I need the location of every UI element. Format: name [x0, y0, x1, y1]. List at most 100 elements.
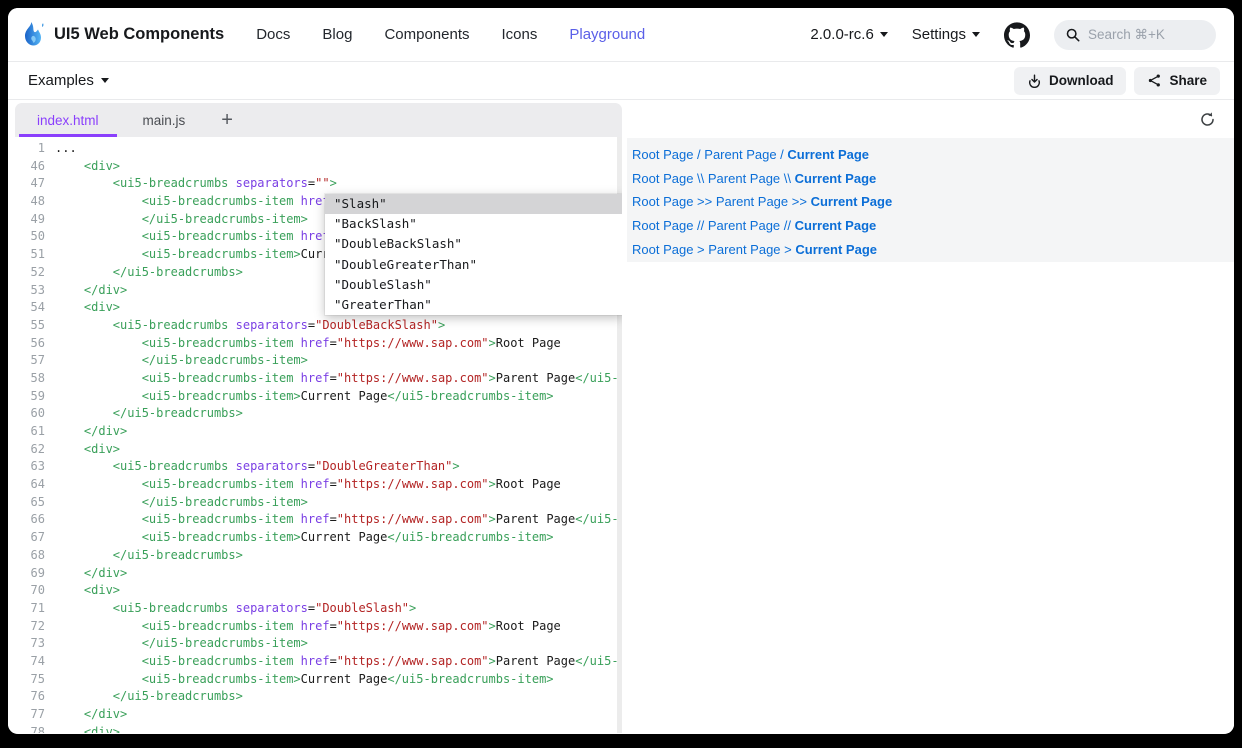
autocomplete-option[interactable]: "GreaterThan" — [325, 295, 622, 315]
line-number: 74 — [15, 653, 45, 671]
breadcrumb-link[interactable]: Root Page — [632, 194, 693, 209]
nav-link-docs[interactable]: Docs — [256, 26, 290, 43]
breadcrumb-current: Current Page — [787, 147, 869, 162]
examples-toolbar: Examples Download Shar — [8, 62, 1234, 100]
code-editor[interactable]: 1...46 <div>47 <ui5-breadcrumbs separato… — [15, 137, 622, 733]
autocomplete-option[interactable]: "BackSlash" — [325, 214, 622, 234]
code-line: 59 <ui5-breadcrumbs-item>Current Page</u… — [15, 388, 622, 406]
autocomplete-option[interactable]: "Slash" — [325, 194, 622, 214]
search-icon — [1066, 28, 1080, 42]
breadcrumb-link[interactable]: Parent Page — [704, 147, 776, 162]
code-line: 57 </ui5-breadcrumbs-item> — [15, 352, 622, 370]
code-editor-panel: index.htmlmain.js+ 1...46 <div>47 <ui5-b… — [15, 100, 622, 733]
preview-topbar — [627, 100, 1234, 138]
code-line: 71 <ui5-breadcrumbs separators="DoubleSl… — [15, 600, 622, 618]
breadcrumb-link[interactable]: Parent Page — [708, 218, 780, 233]
breadcrumb-separator: \\ — [693, 171, 707, 186]
search-input[interactable]: Search ⌘+K — [1054, 20, 1216, 50]
code-text: ... — [55, 140, 77, 158]
code-line: 69 </div> — [15, 565, 622, 583]
version-label: 2.0.0-rc.6 — [810, 26, 873, 43]
breadcrumb-separator: \\ — [780, 171, 794, 186]
line-number: 52 — [15, 264, 45, 282]
line-number: 56 — [15, 335, 45, 353]
code-text: <ui5-breadcrumbs separators=""> — [55, 175, 337, 193]
code-line: 46 <div> — [15, 158, 622, 176]
add-tab-button[interactable]: + — [207, 103, 247, 137]
chevron-down-icon — [101, 78, 109, 83]
breadcrumb-link[interactable]: Parent Page — [708, 171, 780, 186]
download-label: Download — [1049, 73, 1114, 88]
line-number: 78 — [15, 724, 45, 733]
breadcrumb: Root Page >> Parent Page >> Current Page — [632, 190, 1234, 214]
chevron-down-icon — [972, 32, 980, 37]
code-text: </ui5-breadcrumbs> — [55, 547, 243, 565]
line-number: 54 — [15, 299, 45, 317]
code-text: <ui5-breadcrumbs-item href="https://www.… — [55, 476, 561, 494]
code-text: <ui5-breadcrumbs-item href="https://www.… — [55, 511, 622, 529]
code-line: 62 <div> — [15, 441, 622, 459]
line-number: 60 — [15, 405, 45, 423]
header-right-group: 2.0.0-rc.6 Settings Search ⌘+K — [810, 20, 1216, 50]
nav-link-blog[interactable]: Blog — [322, 26, 352, 43]
code-text: <ui5-breadcrumbs-item>Current Page</ui5-… — [55, 671, 554, 689]
breadcrumb-current: Current Page — [795, 242, 877, 257]
search-placeholder: Search ⌘+K — [1088, 27, 1165, 43]
line-number: 53 — [15, 282, 45, 300]
code-text: <ui5-breadcrumbs separators="DoubleSlash… — [55, 600, 416, 618]
share-icon — [1147, 73, 1162, 88]
examples-dropdown[interactable]: Examples — [28, 72, 109, 89]
code-text: <div> — [55, 724, 120, 733]
breadcrumb-link[interactable]: Parent Page — [716, 194, 788, 209]
breadcrumb-link[interactable]: Root Page — [632, 171, 693, 186]
line-number: 55 — [15, 317, 45, 335]
line-number: 65 — [15, 494, 45, 512]
breadcrumb-current: Current Page — [811, 194, 893, 209]
code-text: </ui5-breadcrumbs-item> — [55, 352, 308, 370]
autocomplete-option[interactable]: "DoubleGreaterThan" — [325, 255, 622, 275]
brand-title: UI5 Web Components — [54, 25, 224, 44]
breadcrumb-separator: // — [693, 218, 707, 233]
autocomplete-option[interactable]: "DoubleBackSlash" — [325, 234, 622, 254]
line-number: 70 — [15, 582, 45, 600]
code-line: 60 </ui5-breadcrumbs> — [15, 405, 622, 423]
autocomplete-option[interactable]: "DoubleSlash" — [325, 275, 622, 295]
version-dropdown[interactable]: 2.0.0-rc.6 — [810, 26, 887, 43]
line-number: 49 — [15, 211, 45, 229]
line-number: 72 — [15, 618, 45, 636]
code-line: 58 <ui5-breadcrumbs-item href="https://w… — [15, 370, 622, 388]
line-number: 75 — [15, 671, 45, 689]
line-number: 64 — [15, 476, 45, 494]
line-number: 62 — [15, 441, 45, 459]
breadcrumb-link[interactable]: Root Page — [632, 242, 693, 257]
code-line: 72 <ui5-breadcrumbs-item href="https://w… — [15, 618, 622, 636]
autocomplete-popup: "Slash""BackSlash""DoubleBackSlash""Doub… — [325, 194, 622, 315]
breadcrumb-separator: // — [780, 218, 794, 233]
breadcrumb-current: Current Page — [795, 171, 877, 186]
top-navbar: UI5 Web Components Docs Blog Components Ico… — [8, 8, 1234, 62]
editor-tab-main-js[interactable]: main.js — [121, 103, 208, 137]
line-number: 59 — [15, 388, 45, 406]
download-button[interactable]: Download — [1014, 67, 1127, 95]
share-button[interactable]: Share — [1134, 67, 1220, 95]
breadcrumb-link[interactable]: Parent Page — [708, 242, 780, 257]
nav-link-icons[interactable]: Icons — [502, 26, 538, 43]
nav-link-components[interactable]: Components — [384, 26, 469, 43]
breadcrumb-link[interactable]: Root Page — [632, 147, 693, 162]
refresh-icon[interactable] — [1199, 111, 1216, 128]
chevron-down-icon — [880, 32, 888, 37]
settings-dropdown[interactable]: Settings — [912, 26, 980, 43]
nav-link-playground[interactable]: Playground — [569, 26, 645, 43]
editor-tab-index-html[interactable]: index.html — [15, 103, 121, 137]
breadcrumb: Root Page > Parent Page > Current Page — [632, 237, 1234, 261]
breadcrumb-current: Current Page — [795, 218, 877, 233]
breadcrumb-link[interactable]: Root Page — [632, 218, 693, 233]
line-number: 46 — [15, 158, 45, 176]
line-number: 77 — [15, 706, 45, 724]
breadcrumb: Root Page / Parent Page / Current Page — [632, 143, 1234, 167]
github-icon[interactable] — [1004, 22, 1030, 48]
code-line: 63 <ui5-breadcrumbs separators="DoubleGr… — [15, 458, 622, 476]
editor-tabbar: index.htmlmain.js+ — [15, 103, 622, 137]
code-text: </div> — [55, 282, 127, 300]
code-line: 78 <div> — [15, 724, 622, 733]
